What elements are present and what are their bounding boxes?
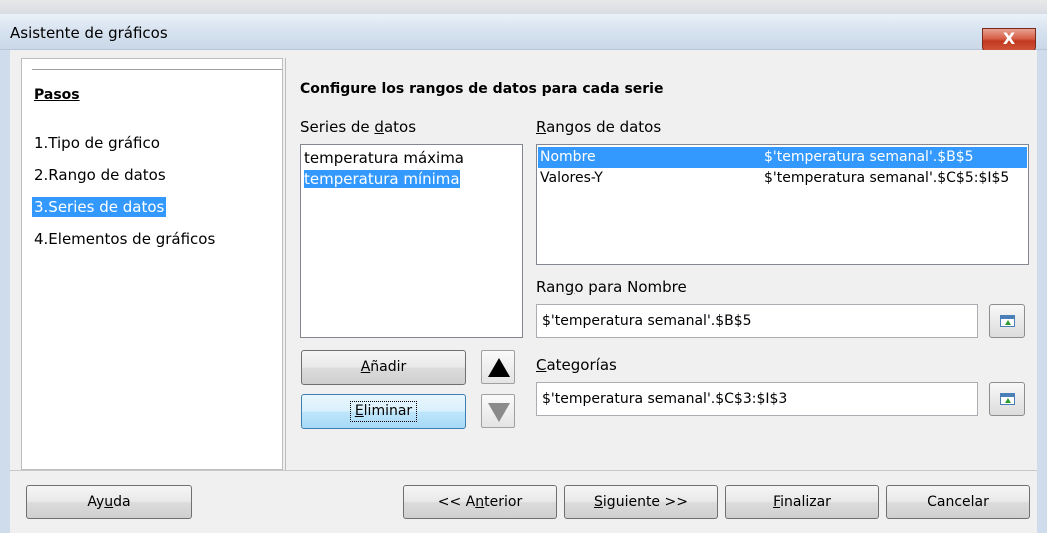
step-data-range[interactable]: 2.Rango de datos	[32, 165, 168, 185]
move-down-button[interactable]	[481, 394, 515, 428]
title-bar[interactable]: Asistente de gráficos X	[0, 14, 1047, 52]
categories-input[interactable]: $'temperatura semanal'.$C$3:$I$3	[536, 382, 978, 416]
select-range-name-button[interactable]	[989, 304, 1025, 338]
focus-ring	[350, 401, 417, 422]
close-icon: X	[1002, 29, 1016, 48]
steps-heading: Pasos	[34, 87, 80, 103]
close-button[interactable]: X	[982, 28, 1036, 52]
back-button[interactable]: << Anterior	[403, 485, 557, 519]
steps-panel: Pasos 1.Tipo de gráfico 2.Rango de datos…	[21, 58, 283, 470]
cancel-button[interactable]: Cancelar	[886, 485, 1030, 519]
next-button[interactable]: Siguiente >>	[564, 485, 718, 519]
arrow-up-icon	[488, 358, 510, 377]
background-strip	[0, 0, 1047, 14]
data-series-label: Series de datos	[300, 118, 417, 136]
data-ranges-list[interactable]: Nombre $'temperatura semanal'.$B$5 Valor…	[536, 144, 1029, 265]
finish-button[interactable]: Finalizar	[725, 485, 879, 519]
step-chart-type[interactable]: 1.Tipo de gráfico	[32, 133, 162, 153]
dialog-content: Pasos 1.Tipo de gráfico 2.Rango de datos…	[10, 50, 1037, 533]
help-button[interactable]: Ayuda	[26, 485, 192, 519]
step-data-series[interactable]: 3.Series de datos	[32, 197, 167, 217]
data-ranges-label: Rangos de datos	[536, 118, 662, 136]
move-up-button[interactable]	[481, 350, 515, 384]
chart-wizard-window: Asistente de gráficos X Pasos 1.Tipo de …	[0, 0, 1047, 533]
window-title: Asistente de gráficos	[10, 24, 168, 42]
add-series-button[interactable]: Añadir	[301, 350, 466, 385]
panel-divider	[285, 58, 286, 470]
remove-series-button[interactable]: Eliminar	[301, 394, 466, 429]
shrink-dialog-icon	[1000, 393, 1015, 405]
range-for-name-label: Rango para Nombre	[536, 278, 687, 296]
shrink-dialog-icon	[1000, 315, 1015, 327]
footer: Ayuda << Anterior Siguiente >> Finalizar…	[10, 471, 1037, 533]
step-chart-elements[interactable]: 4.Elementos de gráficos	[32, 229, 217, 249]
categories-label: Categorías	[536, 356, 617, 374]
window-frame-right	[1037, 50, 1047, 533]
table-row[interactable]: Nombre $'temperatura semanal'.$B$5	[538, 147, 1027, 168]
arrow-down-icon	[488, 403, 510, 422]
data-series-list[interactable]: temperatura máxima temperatura mínima	[300, 144, 523, 338]
main-heading: Configure los rangos de datos para cada …	[300, 81, 664, 97]
select-categories-button[interactable]	[989, 382, 1025, 416]
list-item[interactable]: temperatura mínima	[304, 170, 460, 188]
table-row[interactable]: Valores-Y $'temperatura semanal'.$C$5:$I…	[538, 168, 1027, 189]
steps-divider	[32, 69, 282, 70]
range-for-name-input[interactable]: $'temperatura semanal'.$B$5	[536, 304, 978, 338]
window-frame-left	[0, 50, 10, 533]
list-item[interactable]: temperatura máxima	[304, 149, 464, 167]
